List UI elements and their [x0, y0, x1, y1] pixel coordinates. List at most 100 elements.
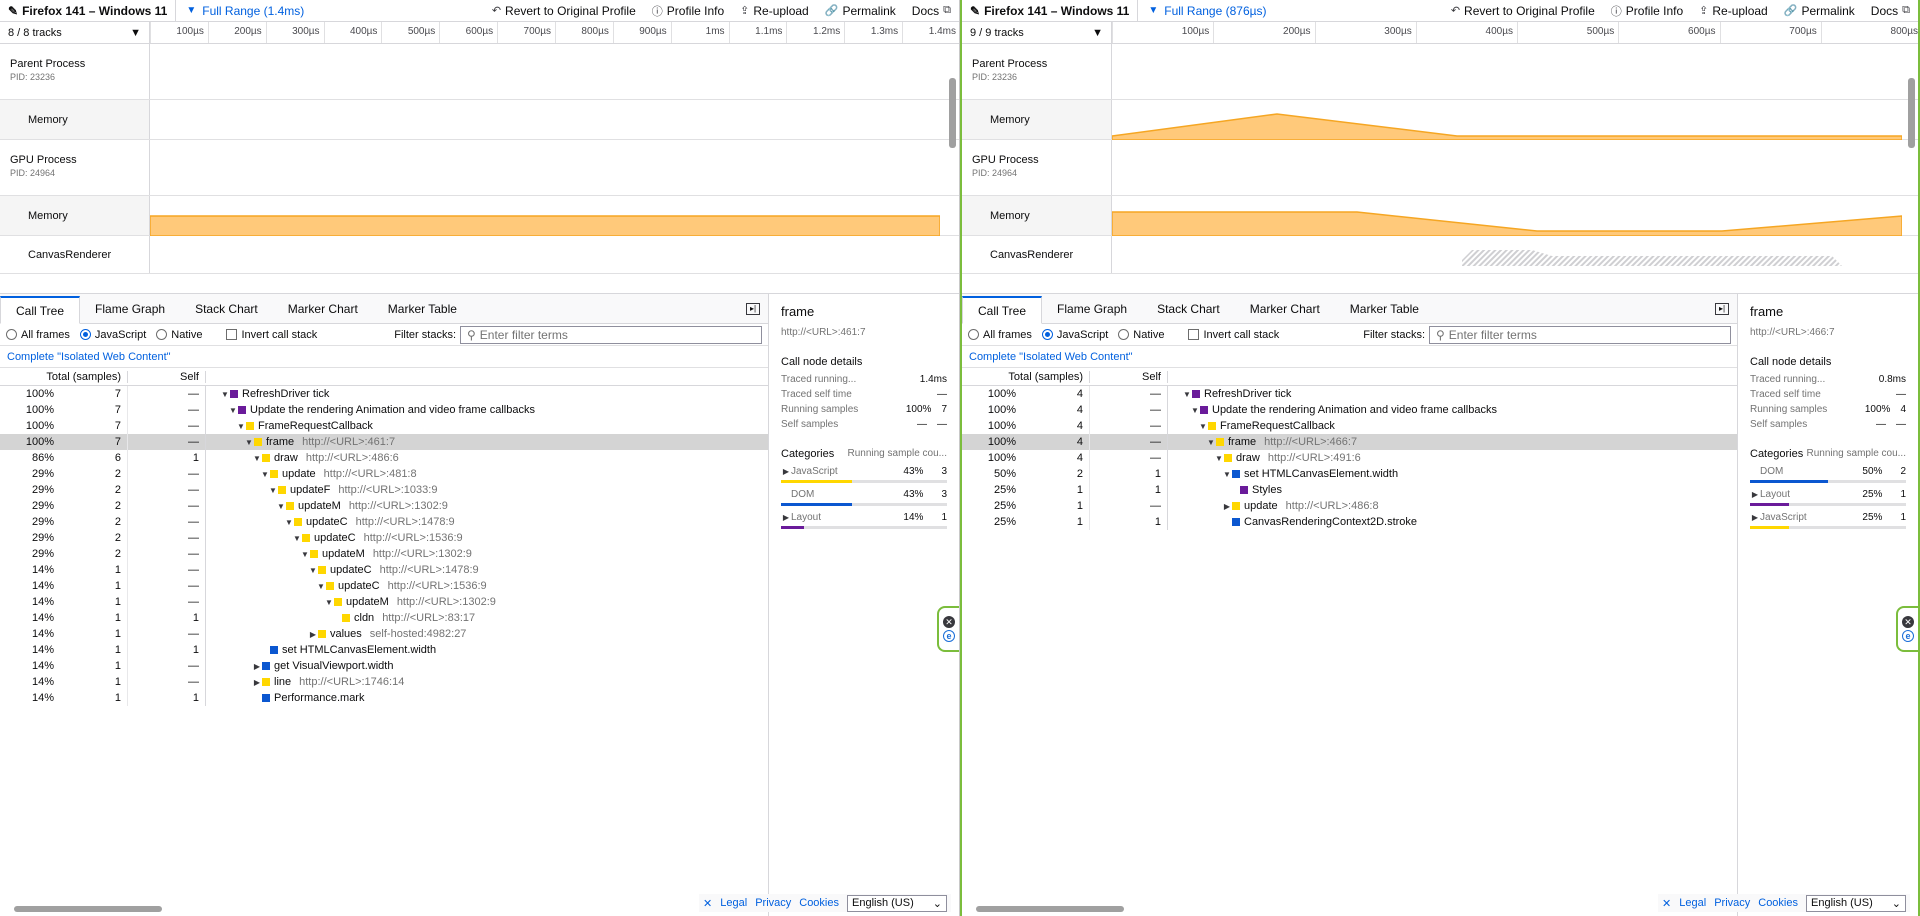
extension-widget[interactable]: ✕ e — [937, 606, 959, 652]
timeline-scrollbar[interactable] — [949, 78, 956, 148]
track-canvas-renderer[interactable]: CanvasRenderer — [0, 236, 959, 274]
close-icon[interactable]: ✕ — [1902, 616, 1914, 628]
call-tree-row[interactable]: 25% 1 1 CanvasRenderingContext2D.stroke — [962, 514, 1737, 530]
revert-button[interactable]: ↶ Revert to Original Profile — [484, 0, 644, 21]
tab-call-tree[interactable]: Call Tree — [962, 296, 1043, 324]
tab-marker-chart[interactable]: Marker Chart — [1235, 295, 1335, 323]
call-tree-row[interactable]: 29% 2— ▼ updateM http://<URL>:1302:9 — [0, 546, 768, 562]
tab-marker-table[interactable]: Marker Table — [1335, 295, 1434, 323]
cookies-link[interactable]: Cookies — [799, 897, 839, 909]
thread-breadcrumb[interactable]: Complete "Isolated Web Content" — [962, 346, 1737, 368]
call-tree-row[interactable]: 14% 1— ▼ updateM http://<URL>:1302:9 — [0, 594, 768, 610]
tab-stack-chart[interactable]: Stack Chart — [1142, 295, 1235, 323]
call-tree-row[interactable]: 14% 1— ▼ updateC http://<URL>:1536:9 — [0, 578, 768, 594]
collapse-triangle-icon[interactable]: ▼ — [1206, 438, 1216, 447]
call-tree-row[interactable]: 14% 1— ▶ line http://<URL>:1746:14 — [0, 674, 768, 690]
docs-button[interactable]: Docs ⧉ — [904, 0, 959, 21]
permalink-button[interactable]: 🔗 Permalink — [1776, 0, 1863, 21]
collapse-triangle-icon[interactable]: ▼ — [308, 566, 318, 575]
collapse-triangle-icon[interactable]: ▼ — [316, 582, 326, 591]
tab-flame-graph[interactable]: Flame Graph — [1042, 295, 1142, 323]
collapse-triangle-icon[interactable]: ▼ — [1198, 422, 1208, 431]
legal-link[interactable]: Legal — [720, 897, 747, 909]
close-icon[interactable]: ✕ — [703, 897, 712, 910]
close-icon[interactable]: ✕ — [1662, 897, 1671, 910]
timeline-scrollbar[interactable] — [1908, 78, 1915, 148]
expand-triangle-icon[interactable]: ▶ — [252, 678, 262, 687]
call-tree-row[interactable]: 50% 2 1 ▼ set HTMLCanvasElement.width — [962, 466, 1737, 482]
profile-name-button[interactable]: ✎ Firefox 141 – Windows 11 — [0, 0, 177, 21]
track-gpu-process[interactable]: GPU Process PID: 24964 — [962, 140, 1918, 196]
legal-link[interactable]: Legal — [1679, 897, 1706, 909]
call-tree-row[interactable]: 14% 1 1 set HTMLCanvasElement.width — [0, 642, 768, 658]
collapse-triangle-icon[interactable]: ▼ — [244, 438, 254, 447]
collapse-triangle-icon[interactable]: ▼ — [276, 502, 286, 511]
all-frames-radio[interactable]: All frames — [6, 329, 70, 341]
tab-stack-chart[interactable]: Stack Chart — [180, 295, 273, 323]
category-dom[interactable]: DOM 50% 2 — [1750, 466, 1906, 483]
cookies-link[interactable]: Cookies — [1758, 897, 1798, 909]
track-parent-process[interactable]: Parent Process PID: 23236 — [962, 44, 1918, 100]
call-tree-row[interactable]: 29% 2— ▼ updateM http://<URL>:1302:9 — [0, 498, 768, 514]
call-tree-row[interactable]: 100% 4— ▼ FrameRequestCallback — [962, 418, 1737, 434]
call-tree-row[interactable]: 29% 2— ▼ update http://<URL>:481:8 — [0, 466, 768, 482]
track-count-button[interactable]: 8 / 8 tracks ▼ — [0, 22, 150, 43]
language-select[interactable]: English (US) ⌄ — [847, 894, 947, 912]
close-icon[interactable]: ✕ — [943, 616, 955, 628]
track-memory[interactable]: Memory — [962, 196, 1918, 237]
profile-info-button[interactable]: ⓘ Profile Info — [1603, 0, 1691, 21]
expand-triangle-icon[interactable]: ▶ — [1750, 490, 1760, 499]
horizontal-scrollbar[interactable] — [14, 906, 162, 912]
revert-button[interactable]: ↶ Revert to Original Profile — [1443, 0, 1603, 21]
thread-breadcrumb[interactable]: Complete "Isolated Web Content" — [0, 346, 768, 368]
profile-info-button[interactable]: ⓘ Profile Info — [644, 0, 732, 21]
extension-icon[interactable]: e — [943, 630, 955, 642]
category-dom[interactable]: DOM 43% 3 — [781, 489, 947, 506]
docs-button[interactable]: Docs ⧉ — [1863, 0, 1918, 21]
privacy-link[interactable]: Privacy — [1714, 897, 1750, 909]
privacy-link[interactable]: Privacy — [755, 897, 791, 909]
horizontal-scrollbar[interactable] — [976, 906, 1124, 912]
invert-call-stack-checkbox[interactable]: Invert call stack — [226, 329, 317, 341]
expand-triangle-icon[interactable]: ▶ — [1750, 513, 1760, 522]
call-tree-row[interactable]: 25% 1 1 Styles — [962, 482, 1737, 498]
expand-triangle-icon[interactable]: ▶ — [252, 662, 262, 671]
profile-name-button[interactable]: ✎ Firefox 141 – Windows 11 — [962, 0, 1139, 21]
all-frames-radio[interactable]: All frames — [968, 329, 1032, 341]
sidebar-toggle-icon[interactable]: ▸| — [746, 303, 760, 315]
category-layout[interactable]: ▶ Layout 25% 1 — [1750, 489, 1906, 506]
expand-triangle-icon[interactable]: ▶ — [781, 467, 791, 476]
collapse-triangle-icon[interactable]: ▼ — [228, 406, 238, 415]
call-tree-row[interactable]: 29% 2— ▼ updateC http://<URL>:1478:9 — [0, 514, 768, 530]
reupload-button[interactable]: ⇪ Re-upload — [1691, 0, 1776, 21]
call-tree-row[interactable]: 14% 1 1 Performance.mark — [0, 690, 768, 706]
collapse-triangle-icon[interactable]: ▼ — [284, 518, 294, 527]
call-tree-row[interactable]: 100% 7— ▼ RefreshDriver tick — [0, 386, 768, 402]
reupload-button[interactable]: ⇪ Re-upload — [732, 0, 817, 21]
extension-icon[interactable]: e — [1902, 630, 1914, 642]
sidebar-toggle-icon[interactable]: ▸| — [1715, 303, 1729, 315]
expand-triangle-icon[interactable]: ▶ — [1222, 502, 1232, 511]
filter-stacks-input[interactable]: ⚲ Enter filter terms — [1429, 325, 1731, 344]
tab-marker-chart[interactable]: Marker Chart — [273, 295, 373, 323]
call-tree-row[interactable]: 100% 7— ▼ frame http://<URL>:461:7 — [0, 434, 768, 450]
call-tree-row[interactable]: 100% 4— ▼ draw http://<URL>:491:6 — [962, 450, 1737, 466]
call-tree-row[interactable]: 100% 4— ▼ RefreshDriver tick — [962, 386, 1737, 402]
javascript-radio[interactable]: JavaScript — [1041, 329, 1108, 341]
call-tree-row[interactable]: 100% 4— ▼ frame http://<URL>:466:7 — [962, 434, 1737, 450]
tab-marker-table[interactable]: Marker Table — [373, 295, 472, 323]
collapse-triangle-icon[interactable]: ▼ — [236, 422, 246, 431]
track-memory[interactable]: Memory — [962, 100, 1918, 141]
collapse-triangle-icon[interactable]: ▼ — [260, 470, 270, 479]
call-tree-row[interactable]: 14% 1— ▶ get VisualViewport.width — [0, 658, 768, 674]
call-tree-row[interactable]: 29% 2— ▼ updateC http://<URL>:1536:9 — [0, 530, 768, 546]
full-range-breadcrumb[interactable]: ▼ Full Range (876µs) — [1138, 4, 1276, 18]
track-count-button[interactable]: 9 / 9 tracks ▼ — [962, 22, 1112, 43]
expand-triangle-icon[interactable]: ▶ — [308, 630, 318, 639]
track-gpu-process[interactable]: GPU Process PID: 24964 — [0, 140, 959, 196]
javascript-radio[interactable]: JavaScript — [79, 329, 146, 341]
collapse-triangle-icon[interactable]: ▼ — [1214, 454, 1224, 463]
expand-triangle-icon[interactable]: ▶ — [781, 513, 791, 522]
collapse-triangle-icon[interactable]: ▼ — [1190, 406, 1200, 415]
collapse-triangle-icon[interactable]: ▼ — [252, 454, 262, 463]
